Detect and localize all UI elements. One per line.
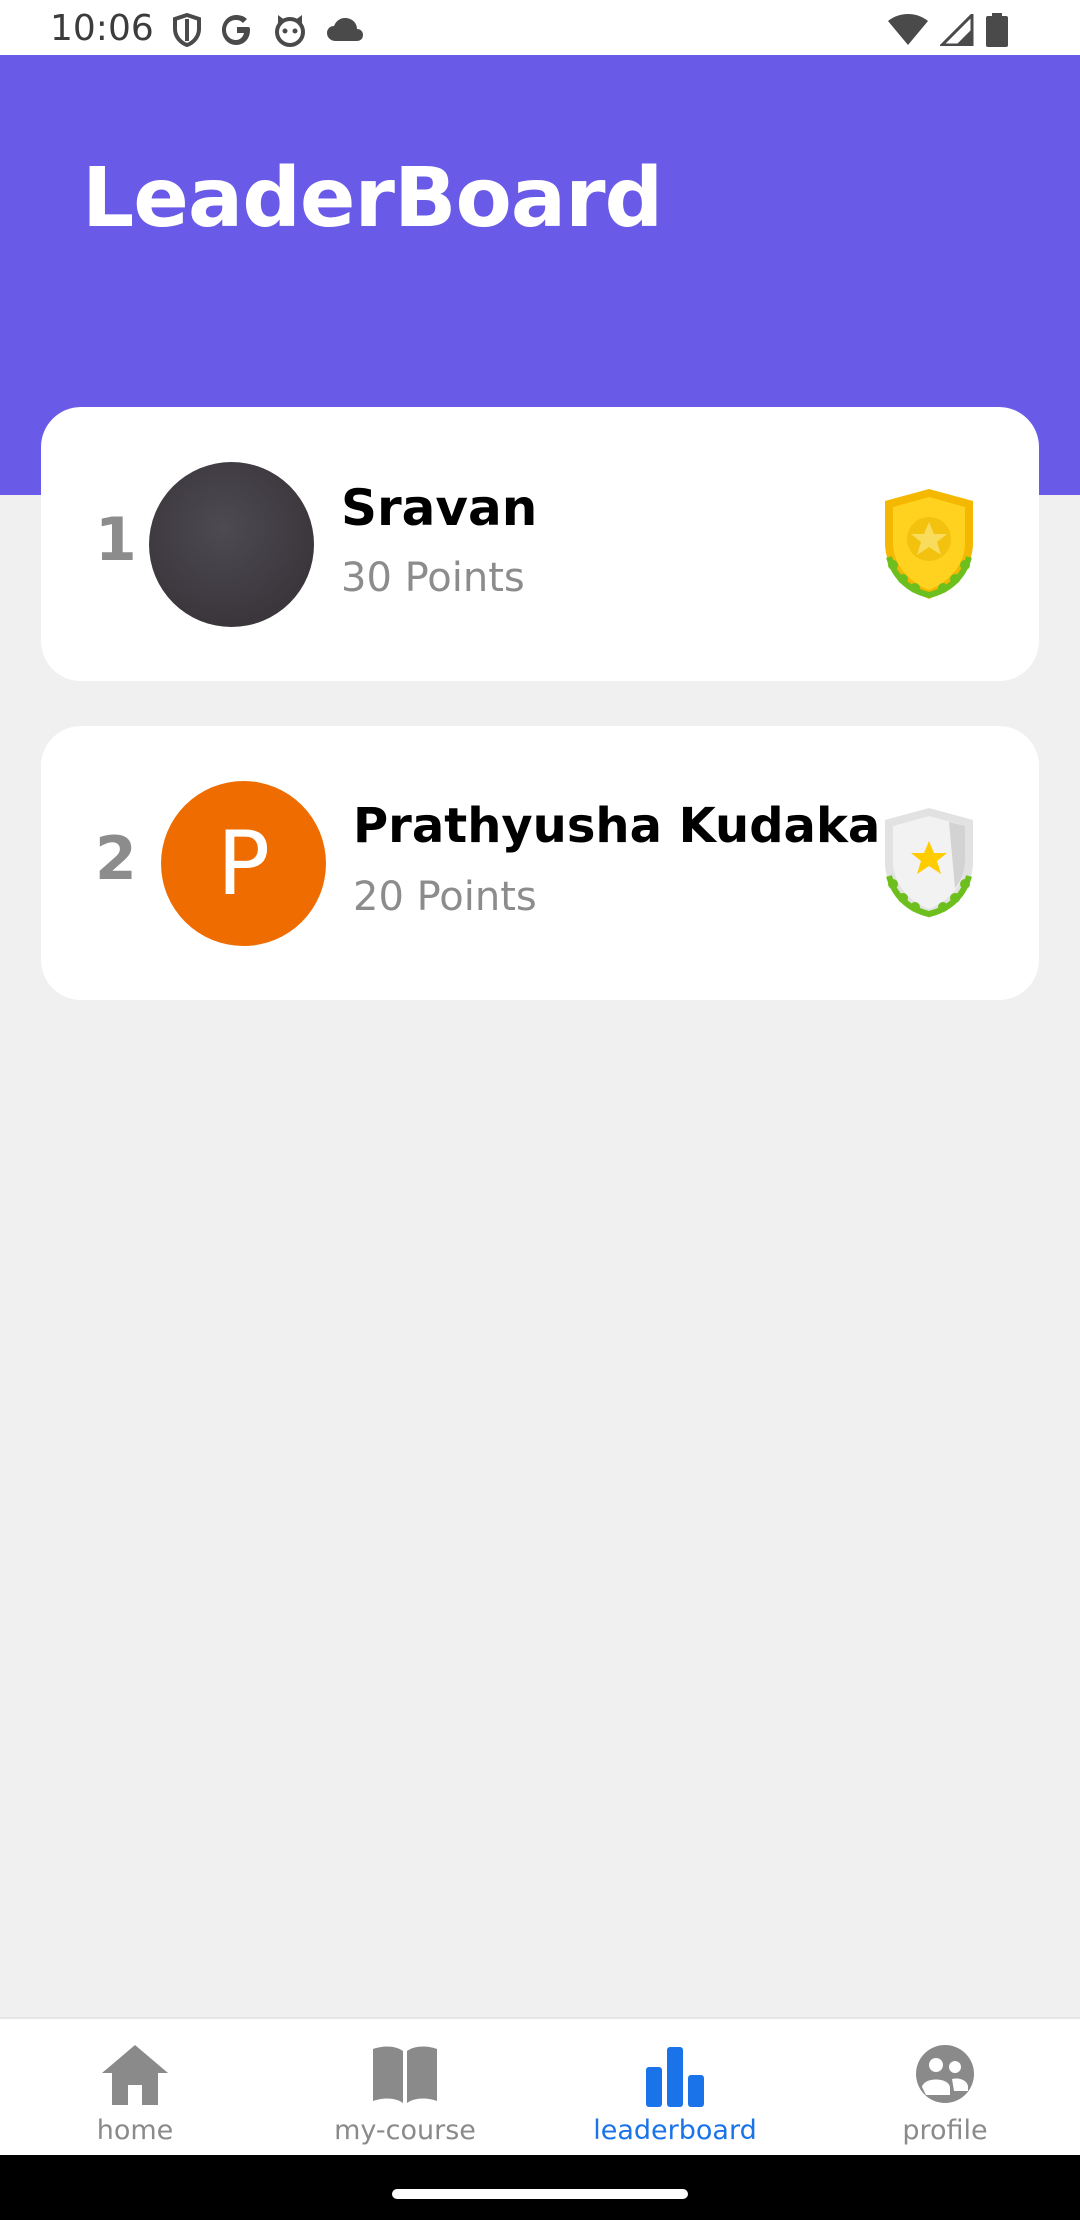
- nav-label: home: [96, 2115, 174, 2146]
- status-bar: 10:06: [0, 0, 1080, 55]
- user-name: Sravan: [341, 479, 538, 537]
- battery-icon: [986, 13, 1008, 47]
- cloud-icon: [327, 18, 363, 41]
- avatar: [149, 462, 314, 627]
- signal-icon: [940, 14, 974, 46]
- leaderboard-row[interactable]: 2 P Prathyusha Kudaka 20 Points: [41, 726, 1039, 1000]
- google-icon: [222, 15, 250, 45]
- gold-badge-icon: [885, 489, 973, 599]
- nav-item-leaderboard[interactable]: leaderboard: [540, 2019, 810, 2157]
- nav-label: profile: [902, 2115, 988, 2146]
- nav-item-my-course[interactable]: my-course: [270, 2019, 540, 2157]
- user-points: 30 Points: [341, 555, 525, 601]
- gesture-handle[interactable]: [392, 2189, 688, 2199]
- avatar: P: [161, 781, 326, 946]
- nav-item-profile[interactable]: profile: [810, 2019, 1080, 2157]
- bottom-nav: home my-course leaderboard profile: [0, 2017, 1080, 2157]
- nav-label: leaderboard: [593, 2115, 757, 2146]
- silver-badge-icon: [885, 808, 973, 918]
- rank-number: 1: [95, 505, 137, 575]
- profile-icon: [916, 2045, 974, 2103]
- bar-chart-icon: [646, 2047, 704, 2107]
- home-icon: [102, 2045, 168, 2105]
- shield-icon: [173, 13, 201, 47]
- leaderboard-row[interactable]: 1 Sravan 30 Points: [41, 407, 1039, 681]
- page-title: LeaderBoard: [82, 151, 663, 246]
- wifi-icon: [888, 14, 928, 45]
- nav-item-home[interactable]: home: [0, 2019, 270, 2157]
- book-icon: [373, 2046, 437, 2103]
- user-name: Prathyusha Kudaka: [353, 798, 881, 854]
- cat-icon: [275, 15, 305, 47]
- gesture-bar: [0, 2155, 1080, 2220]
- rank-number: 2: [95, 824, 137, 894]
- status-icons-right: [888, 12, 1008, 48]
- nav-label: my-course: [334, 2115, 476, 2146]
- status-icons-left: [172, 12, 364, 48]
- user-points: 20 Points: [353, 874, 537, 920]
- status-time: 10:06: [50, 8, 154, 49]
